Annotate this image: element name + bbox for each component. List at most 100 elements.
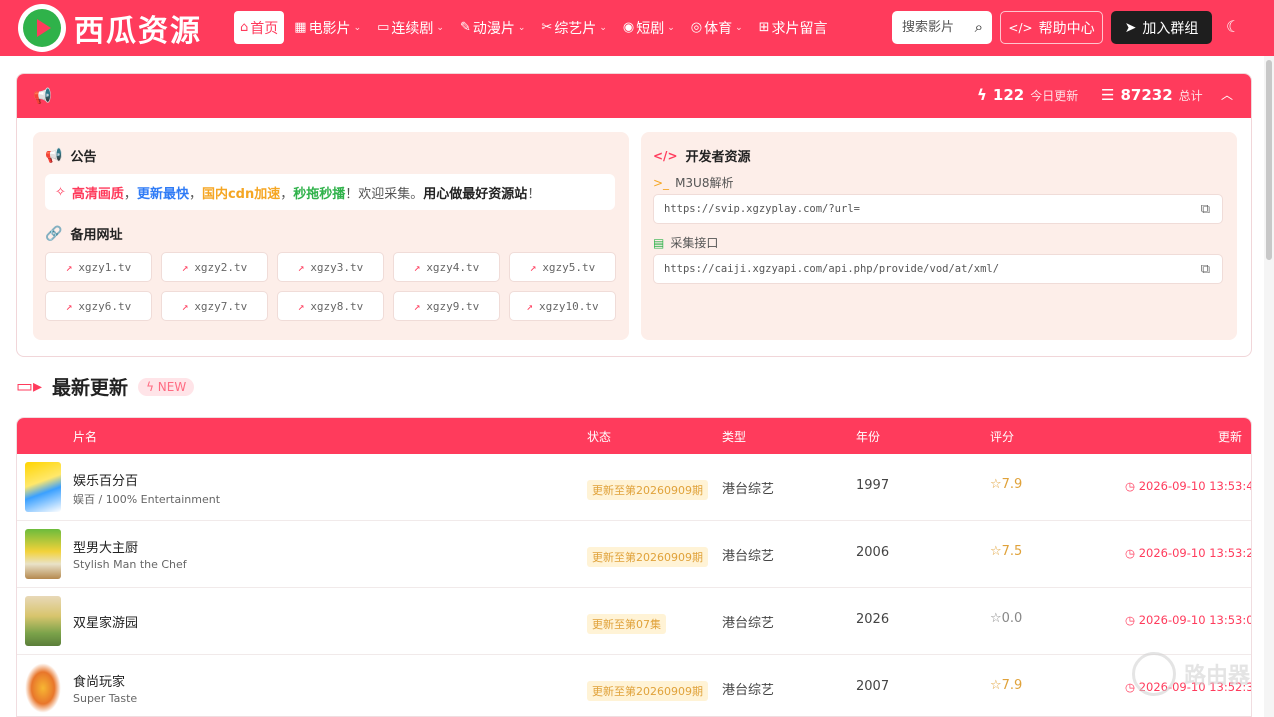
table-header: 片名 状态 类型 年份 评分 更新 xyxy=(17,418,1251,454)
join-group-button[interactable]: ➤ 加入群组 xyxy=(1111,11,1212,44)
poster-image[interactable] xyxy=(25,596,61,646)
table-row[interactable]: 型男大主厨 Stylish Man the Chef 更新至第20260909期… xyxy=(17,521,1251,588)
chevron-down-icon: ⌄ xyxy=(436,22,444,33)
nav-item-home[interactable]: ⌂ 首页 xyxy=(234,11,285,44)
rating: ☆7.5 xyxy=(990,544,1023,559)
mirror-list: ↗ xgzy1.tv ↗ xgzy2.tv ↗ xgzy3.tv ↗ xgzy4.tv … xyxy=(45,252,617,321)
api-label: ▤ 采集接口 xyxy=(653,235,719,251)
tv-icon: ▭ xyxy=(377,20,390,35)
nav-item-variety[interactable]: ✂ 综艺片 ⌄ xyxy=(535,11,612,44)
mirror-link[interactable]: ↗ xgzy9.tv xyxy=(393,291,500,321)
mirror-link[interactable]: ↗ xgzy6.tv xyxy=(45,291,152,321)
moon-icon[interactable]: ☾ xyxy=(1226,17,1240,36)
rating: ☆7.9 xyxy=(990,678,1023,693)
youtube-icon: ◉ xyxy=(622,20,635,35)
chevron-down-icon: ⌄ xyxy=(517,22,526,33)
external-link-icon: ↗ xyxy=(65,260,73,274)
notice-text: ✧ 高清画质 ， 更新最快 ， 国内cdn加速 ， 秒拖秒播 ！欢迎采集。 用心… xyxy=(45,174,615,210)
chevron-down-icon: ⌄ xyxy=(599,22,607,33)
help-center-button[interactable]: </> 帮助中心 xyxy=(1000,11,1103,44)
external-link-icon: ↗ xyxy=(65,299,73,313)
nav-item-series[interactable]: ▭ 连续剧 ⌄ xyxy=(371,11,450,44)
external-link-icon: ↗ xyxy=(181,260,189,274)
star-icon: ☆ xyxy=(990,611,1002,626)
search-input[interactable] xyxy=(902,20,968,35)
updated-time: ◷ 2026-09-10 13:53:4 xyxy=(1125,479,1252,493)
copy-icon[interactable]: ⧉ xyxy=(1201,202,1210,217)
m3u8-url-field[interactable]: https://svip.xgzyplay.com/?url= ⧉ xyxy=(653,194,1223,224)
mirror-link[interactable]: ↗ xgzy8.tv xyxy=(277,291,384,321)
chevron-down-icon: ⌄ xyxy=(353,22,362,33)
brand-name: 西瓜资源 xyxy=(74,14,202,49)
logo-icon xyxy=(18,4,66,52)
chevron-up-icon[interactable]: ︿ xyxy=(1221,86,1233,103)
wand-icon: ✎ xyxy=(459,20,471,35)
play-circle-icon: ◎ xyxy=(690,20,703,35)
external-link-icon: ↗ xyxy=(413,260,421,274)
chevron-down-icon: ⌄ xyxy=(667,22,675,33)
m3u8-label: >_ M3U8解析 xyxy=(653,175,734,191)
external-link-icon: ↗ xyxy=(413,299,421,313)
code-icon: </> xyxy=(653,148,678,163)
mirror-link[interactable]: ↗ xgzy3.tv xyxy=(277,252,384,282)
megaphone-icon: 📢 xyxy=(33,87,52,105)
mirror-link[interactable]: ↗ xgzy10.tv xyxy=(509,291,616,321)
site-logo[interactable]: 西瓜资源 xyxy=(18,4,202,52)
nav-item-sports[interactable]: ◎ 体育 ⌄ xyxy=(685,11,749,44)
latest-table: 片名 状态 类型 年份 评分 更新 娱乐百分百 娱百 / 100% Entert… xyxy=(16,417,1252,717)
nav-item-anime[interactable]: ✎ 动漫片 ⌄ xyxy=(454,11,531,44)
poster-image[interactable] xyxy=(25,462,61,512)
lightning-icon: ϟ xyxy=(977,86,987,104)
megaphone-icon: 📢 xyxy=(45,147,63,164)
router-logo-icon xyxy=(1132,652,1176,696)
link-icon: 🔗 xyxy=(45,225,63,242)
clapper-icon: ✂ xyxy=(541,20,553,35)
page-scrollbar[interactable] xyxy=(1264,56,1274,717)
notice-card: 📢 公告 ✧ 高清画质 ， 更新最快 ， 国内cdn加速 ， 秒拖秒播 ！欢迎采… xyxy=(33,132,629,340)
nav-item-shorts[interactable]: ◉ 短剧 ⌄ xyxy=(617,11,681,44)
table-row[interactable]: 食尚玩家 Super Taste 更新至第20260909期 港台综艺 2007… xyxy=(17,655,1251,716)
mirror-link[interactable]: ↗ xgzy4.tv xyxy=(393,252,500,282)
developer-title: </> 开发者资源 xyxy=(653,148,751,166)
api-url-field[interactable]: https://caiji.xgzyapi.com/api.php/provid… xyxy=(653,254,1223,284)
table-row[interactable]: 双星家游园 更新至第07集 港台综艺 2026 ☆0.0 ◷ 2026-09-1… xyxy=(17,588,1251,655)
updated-time: ◷ 2026-09-10 13:53:0 xyxy=(1125,613,1252,627)
external-link-icon: ↗ xyxy=(181,299,189,313)
main-nav: ⌂ 首页 ▦ 电影片 ⌄ ▭ 连续剧 ⌄ ✎ 动漫片 ⌄ ✂ 综艺片 ⌄ ◉ 短… xyxy=(234,11,838,44)
mirrors-title: 🔗 备用网址 xyxy=(45,225,123,244)
total-stat: ☰ 87232 总计 xyxy=(1101,86,1203,104)
home-icon: ⌂ xyxy=(240,20,249,35)
video-camera-icon: ▭▸ xyxy=(16,376,43,397)
panel-header: 📢 ϟ 122 今日更新 ☰ 87232 总计 ︿ xyxy=(17,74,1251,118)
rating: ☆0.0 xyxy=(990,611,1023,626)
developer-card: </> 开发者资源 >_ M3U8解析 https://svip.xgzypla… xyxy=(641,132,1237,340)
sparkle-icon: ✧ xyxy=(55,184,66,200)
mirror-link[interactable]: ↗ xgzy7.tv xyxy=(161,291,268,321)
chevron-down-icon: ⌄ xyxy=(735,22,743,33)
table-row[interactable]: 娱乐百分百 娱百 / 100% Entertainment 更新至第202609… xyxy=(17,454,1251,521)
terminal-icon: >_ xyxy=(653,175,670,190)
star-icon: ☆ xyxy=(990,544,1002,559)
database-icon: ☰ xyxy=(1101,86,1115,104)
notice-title: 📢 公告 xyxy=(45,147,97,166)
clock-icon: ◷ xyxy=(1125,546,1139,560)
scrollbar-thumb[interactable] xyxy=(1266,60,1272,260)
mirror-link[interactable]: ↗ xgzy5.tv xyxy=(509,252,616,282)
search-icon[interactable]: ⌕ xyxy=(975,18,983,36)
new-badge: ϟ NEW xyxy=(138,377,195,396)
mirror-link[interactable]: ↗ xgzy2.tv xyxy=(161,252,268,282)
star-icon: ☆ xyxy=(990,678,1002,693)
announcement-panel: 📢 ϟ 122 今日更新 ☰ 87232 总计 ︿ 📢 公告 ✧ 高清画质 ， … xyxy=(16,73,1252,357)
status-badge: 更新至第20260909期 xyxy=(587,480,708,500)
copy-icon[interactable]: ⧉ xyxy=(1201,262,1210,277)
star-icon: ☆ xyxy=(990,477,1002,492)
mirror-link[interactable]: ↗ xgzy1.tv xyxy=(45,252,152,282)
nav-item-request[interactable]: ⊞ 求片留言 xyxy=(753,11,834,44)
server-icon: ▤ xyxy=(653,235,665,250)
code-icon: </> xyxy=(1008,20,1033,35)
status-badge: 更新至第20260909期 xyxy=(587,547,708,567)
poster-image[interactable] xyxy=(25,663,61,713)
nav-item-movies[interactable]: ▦ 电影片 ⌄ xyxy=(288,11,367,44)
send-icon: ➤ xyxy=(1124,19,1137,36)
poster-image[interactable] xyxy=(25,529,61,579)
